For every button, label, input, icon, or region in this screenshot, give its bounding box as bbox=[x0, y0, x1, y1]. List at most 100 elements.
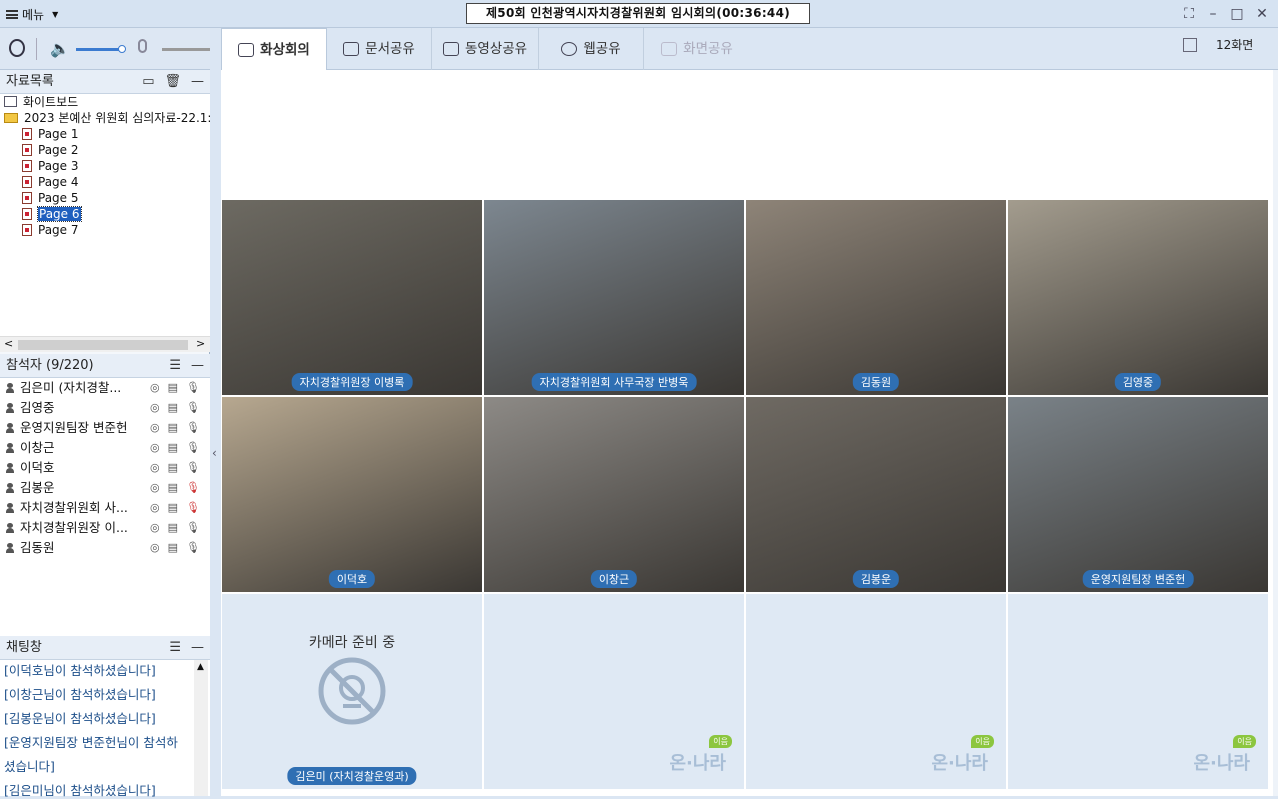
chat-scrollbar[interactable] bbox=[194, 660, 208, 796]
minimize-button[interactable]: – bbox=[1204, 5, 1222, 23]
video-tile[interactable]: 자치경찰위원회 사무국장 반병욱 bbox=[484, 200, 744, 395]
document-icon[interactable]: ▤ bbox=[168, 498, 178, 518]
camera-off-icon bbox=[318, 657, 386, 725]
video-tile[interactable]: 김봉운 bbox=[746, 397, 1006, 592]
participant-name-label: 김동원 bbox=[852, 373, 900, 391]
participant-name-label: 자치경찰위원회 사무국장 반병욱 bbox=[531, 373, 697, 391]
speaker-volume-slider[interactable] bbox=[76, 48, 122, 51]
participant-row[interactable]: 이창근 ◎ ▤ 🎙 bbox=[0, 438, 210, 458]
microphone-muted-icon[interactable]: 🎙 bbox=[186, 498, 200, 518]
chevron-left-icon[interactable]: < bbox=[4, 337, 13, 350]
grid-layout-icon[interactable] bbox=[1183, 38, 1197, 52]
menu-button[interactable]: 메뉴 ▼ bbox=[6, 6, 58, 23]
menu-label: 메뉴 bbox=[22, 8, 45, 22]
folder-open-icon[interactable]: ▭ bbox=[142, 70, 154, 94]
webcam-icon[interactable]: ◎ bbox=[150, 438, 160, 458]
layout-label[interactable]: 12화면 bbox=[1216, 36, 1253, 53]
participant-row[interactable]: 김은미 (자치경찰... ◎ ▤ 🎙 bbox=[0, 378, 210, 398]
document-icon[interactable]: ▤ bbox=[168, 418, 178, 438]
empty-video-tile: 온·나라 이음 bbox=[746, 594, 1006, 789]
tree-item-folder[interactable]: 2023 본예산 위원회 심의자료-22.1: bbox=[4, 110, 211, 126]
collapse-icon[interactable]: — bbox=[191, 70, 204, 94]
document-icon[interactable]: ▤ bbox=[168, 378, 178, 398]
microphone-icon[interactable]: 🎙 bbox=[186, 438, 200, 458]
microphone-muted-icon[interactable]: 🎙 bbox=[186, 478, 200, 498]
tree-item-page-5[interactable]: Page 5 bbox=[22, 190, 79, 206]
webcam-icon[interactable]: ◎ bbox=[150, 478, 160, 498]
document-icon[interactable]: ▤ bbox=[168, 518, 178, 538]
participant-row[interactable]: 자치경찰위원장 이... ◎ ▤ 🎙 bbox=[0, 518, 210, 538]
webcam-icon[interactable]: ◎ bbox=[150, 458, 160, 478]
webcam-icon[interactable]: ◎ bbox=[150, 538, 160, 558]
video-stage: 자치경찰위원장 이병록 자치경찰위원회 사무국장 반병욱 김동원 김영중 이덕호… bbox=[221, 70, 1273, 796]
page-icon bbox=[22, 160, 32, 172]
tree-item-page-2[interactable]: Page 2 bbox=[22, 142, 79, 158]
microphone-icon[interactable] bbox=[138, 39, 147, 53]
webcam-icon[interactable]: ◎ bbox=[150, 498, 160, 518]
video-tile[interactable]: 김영중 bbox=[1008, 200, 1268, 395]
maximize-button[interactable]: □ bbox=[1228, 5, 1246, 23]
tree-item-page-1[interactable]: Page 1 bbox=[22, 126, 79, 142]
microphone-icon[interactable]: 🎙 bbox=[186, 538, 200, 558]
chevron-right-icon[interactable]: > bbox=[196, 337, 205, 350]
tab-label: 화면공유 bbox=[683, 41, 733, 57]
chevron-left-icon[interactable]: ‹ bbox=[212, 446, 217, 460]
tree-item-page-6[interactable]: Page 6 bbox=[22, 206, 82, 222]
fullscreen-icon[interactable]: ⛶ bbox=[1180, 5, 1198, 23]
tree-item-page-4[interactable]: Page 4 bbox=[22, 174, 79, 190]
webcam-icon[interactable]: ◎ bbox=[150, 398, 160, 418]
panel-collapse-handle[interactable]: ‹ bbox=[210, 28, 221, 796]
close-button[interactable]: ✕ bbox=[1253, 5, 1271, 23]
document-icon[interactable]: ▤ bbox=[168, 398, 178, 418]
microphone-icon[interactable]: 🎙 bbox=[186, 418, 200, 438]
participant-name: 이창근 bbox=[20, 440, 55, 455]
document-icon[interactable]: ▤ bbox=[168, 478, 178, 498]
horizontal-scrollbar[interactable]: < > bbox=[0, 336, 210, 352]
mic-volume-slider[interactable] bbox=[162, 48, 210, 51]
document-icon[interactable]: ▤ bbox=[168, 458, 178, 478]
microphone-icon[interactable]: 🎙 bbox=[186, 458, 200, 478]
chevron-up-icon[interactable]: ▲ bbox=[197, 662, 204, 672]
document-icon[interactable]: ▤ bbox=[168, 438, 178, 458]
participant-row[interactable]: 자치경찰위원회 사... ◎ ▤ 🎙 bbox=[0, 498, 210, 518]
tree-label: Page 1 bbox=[38, 127, 79, 141]
video-tile[interactable]: 자치경찰위원장 이병록 bbox=[222, 200, 482, 395]
video-tile[interactable]: 이창근 bbox=[484, 397, 744, 592]
camera-pending-tile[interactable]: 카메라 준비 중 김은미 (자치경찰운영과) bbox=[222, 594, 482, 789]
scroll-thumb[interactable] bbox=[18, 340, 188, 350]
slider-handle[interactable] bbox=[118, 45, 126, 53]
tab-screen-share[interactable]: 화면공유 bbox=[645, 28, 749, 70]
participant-row[interactable]: 김봉운 ◎ ▤ 🎙 bbox=[0, 478, 210, 498]
collapse-icon[interactable]: — bbox=[191, 354, 204, 378]
tab-web-share[interactable]: 웹공유 bbox=[539, 28, 644, 70]
participant-row[interactable]: 운영지원팀장 변준헌 ◎ ▤ 🎙 bbox=[0, 418, 210, 438]
webcam-icon[interactable]: ◎ bbox=[150, 418, 160, 438]
tab-document-share[interactable]: 문서공유 bbox=[327, 28, 432, 70]
microphone-icon[interactable]: 🎙 bbox=[186, 398, 200, 418]
video-tile[interactable]: 이덕호 bbox=[222, 397, 482, 592]
video-tile[interactable]: 운영지원팀장 변준헌 bbox=[1008, 397, 1268, 592]
trash-icon[interactable]: 🗑 bbox=[164, 70, 181, 94]
tree-item-page-7[interactable]: Page 7 bbox=[22, 222, 79, 238]
webcam-icon[interactable]: ◎ bbox=[150, 518, 160, 538]
document-icon[interactable]: ▤ bbox=[168, 538, 178, 558]
webcam-icon[interactable]: ◎ bbox=[150, 378, 160, 398]
tab-video-share[interactable]: 동영상공유 bbox=[432, 28, 539, 70]
collapse-icon[interactable]: — bbox=[191, 636, 204, 660]
participant-name-label: 김영중 bbox=[1114, 373, 1162, 391]
tab-video-conference[interactable]: 화상회의 bbox=[221, 28, 327, 72]
tree-item-page-3[interactable]: Page 3 bbox=[22, 158, 79, 174]
participant-row[interactable]: 김영중 ◎ ▤ 🎙 bbox=[0, 398, 210, 418]
microphone-icon[interactable]: 🎙 bbox=[186, 518, 200, 538]
speaker-icon[interactable]: 🔈 bbox=[50, 39, 70, 58]
video-tile[interactable]: 김동원 bbox=[746, 200, 1006, 395]
tab-label: 화상회의 bbox=[260, 42, 310, 58]
participant-row[interactable]: 이덕호 ◎ ▤ 🎙 bbox=[0, 458, 210, 478]
participant-row[interactable]: 김동원 ◎ ▤ 🎙 bbox=[0, 538, 210, 558]
vertical-scrollbar[interactable] bbox=[1273, 70, 1278, 796]
microphone-icon[interactable]: 🎙 bbox=[186, 378, 200, 398]
webcam-icon[interactable] bbox=[9, 39, 25, 57]
list-menu-icon[interactable]: ☰ bbox=[169, 636, 181, 660]
tree-item-whiteboard[interactable]: 화이트보드 bbox=[4, 94, 78, 110]
list-menu-icon[interactable]: ☰ bbox=[169, 354, 181, 378]
